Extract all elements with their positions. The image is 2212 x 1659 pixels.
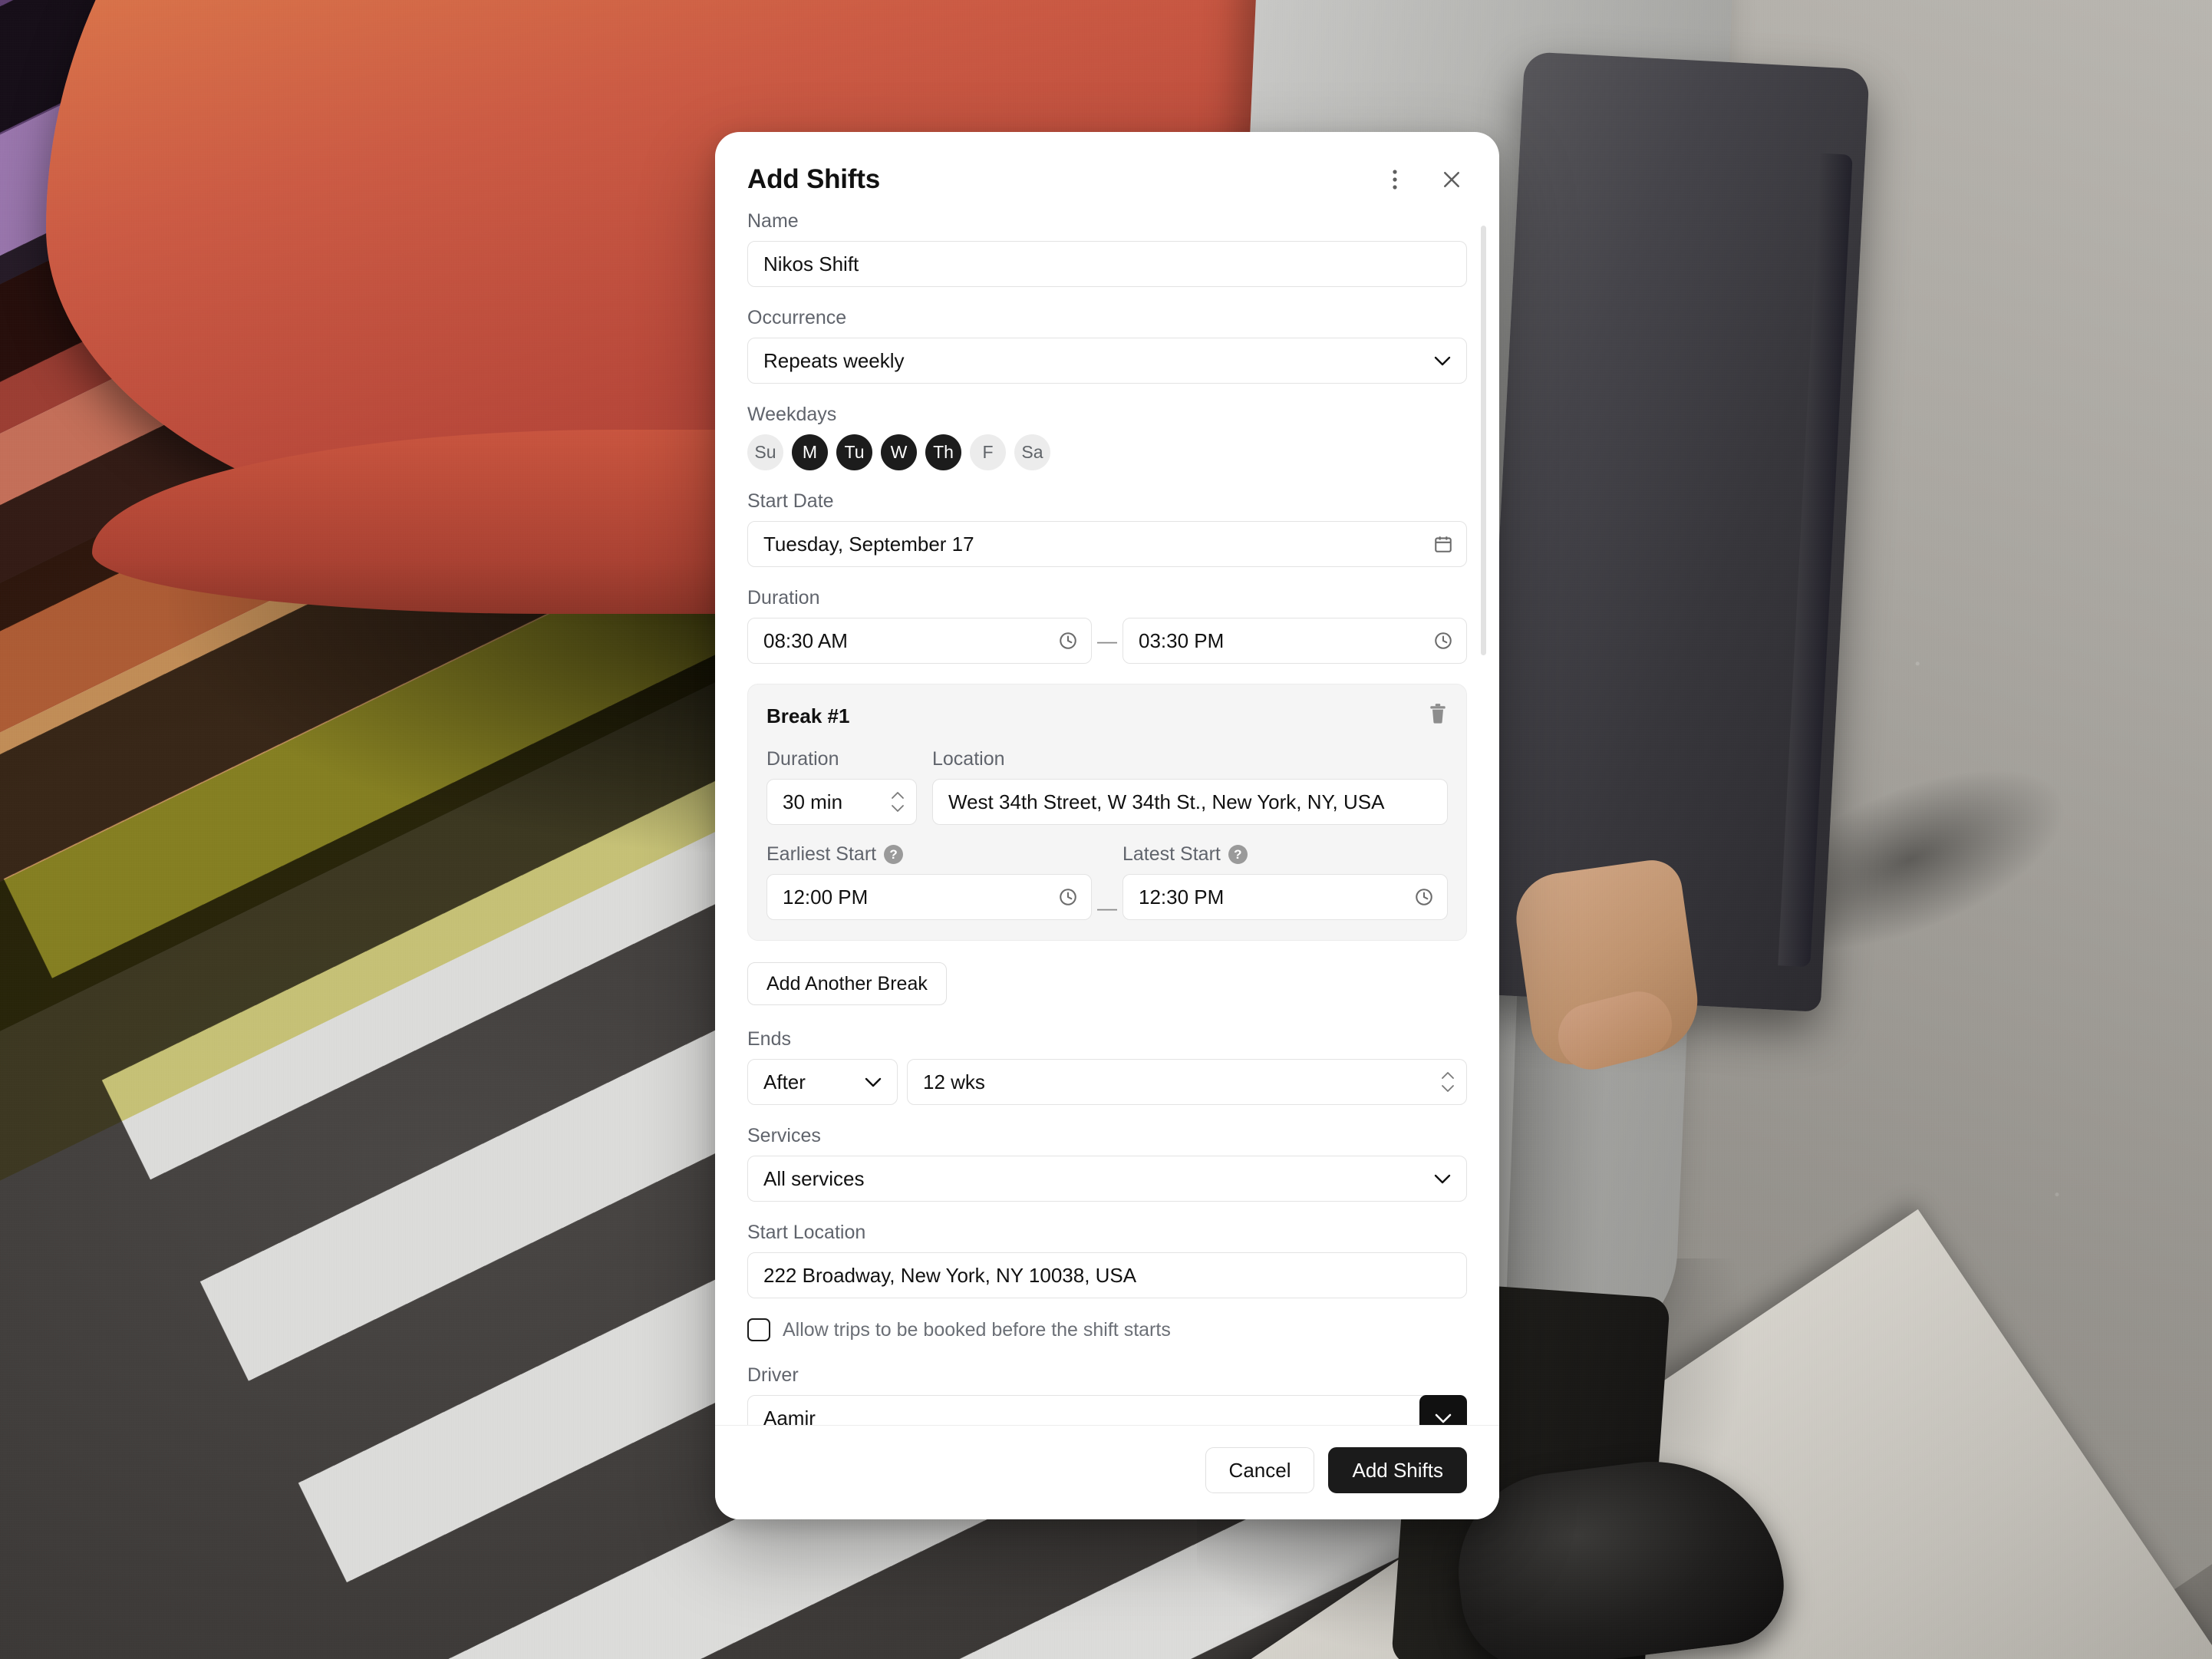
- start-date-field-group: Start Date Tuesday, September 17: [747, 490, 1467, 567]
- header-actions: [1380, 164, 1467, 195]
- break-header: Break #1: [766, 703, 1448, 730]
- name-input[interactable]: Nikos Shift: [747, 241, 1467, 287]
- driver-label: Driver: [747, 1364, 799, 1386]
- break-latest-label: Latest Start: [1122, 843, 1221, 865]
- break-earliest-label-row: Earliest Start ?: [766, 843, 1092, 866]
- break-duration-location-row: Duration 30 min Location West 34th Stree…: [766, 748, 1448, 825]
- occurrence-field-group: Occurrence Repeats weekly: [747, 307, 1467, 384]
- break-card: Break #1 Duration 30 min Location West 3…: [747, 684, 1467, 941]
- occurrence-select[interactable]: Repeats weekly: [747, 338, 1467, 384]
- weekdays-label: Weekdays: [747, 404, 837, 425]
- weekday-w[interactable]: W: [881, 434, 917, 470]
- break-location-input[interactable]: West 34th Street, W 34th St., New York, …: [932, 779, 1448, 825]
- weekday-f[interactable]: F: [970, 434, 1006, 470]
- duration-start-wrap: 08:30 AM: [747, 618, 1092, 664]
- ends-mode-value: After: [763, 1070, 806, 1093]
- break-earliest-label: Earliest Start: [766, 843, 877, 865]
- occurrence-label: Occurrence: [747, 307, 847, 328]
- duration-separator: —: [1097, 628, 1117, 652]
- break-location-group: Location West 34th Street, W 34th St., N…: [932, 748, 1448, 825]
- quantity-stepper[interactable]: [1441, 1071, 1455, 1093]
- ends-amount-wrap: 12 wks: [907, 1059, 1467, 1105]
- weekday-sa[interactable]: Sa: [1014, 434, 1050, 470]
- start-date-input[interactable]: Tuesday, September 17: [747, 521, 1467, 567]
- name-label: Name: [747, 210, 799, 232]
- driver-dropdown-button[interactable]: [1419, 1395, 1467, 1425]
- break-times-separator: —: [1097, 896, 1117, 919]
- ends-mode-wrap: After: [747, 1059, 898, 1105]
- services-value: All services: [763, 1166, 865, 1190]
- duration-start-input[interactable]: 08:30 AM: [747, 618, 1092, 664]
- driver-field-group: Driver Aamir: [747, 1364, 1467, 1425]
- close-icon[interactable]: [1436, 164, 1467, 195]
- break-latest-input[interactable]: 12:30 PM: [1122, 874, 1448, 920]
- add-another-break-button[interactable]: Add Another Break: [747, 962, 947, 1005]
- weekday-su[interactable]: Su: [747, 434, 783, 470]
- break-earliest-wrap: 12:00 PM: [766, 874, 1092, 920]
- duration-label: Duration: [747, 587, 820, 609]
- weekday-toggle-group: Su M Tu W Th F Sa: [747, 434, 1467, 470]
- duration-field-group: Duration 08:30 AM — 03:30 PM: [747, 587, 1467, 664]
- quantity-stepper[interactable]: [891, 791, 905, 813]
- services-label: Services: [747, 1125, 821, 1146]
- ends-mode-select[interactable]: After: [747, 1059, 898, 1105]
- break-duration-label: Duration: [766, 748, 839, 770]
- weekdays-field-group: Weekdays Su M Tu W Th F Sa: [747, 404, 1467, 470]
- scrollbar-thumb[interactable]: [1481, 226, 1486, 655]
- start-location-field-group: Start Location 222 Broadway, New York, N…: [747, 1222, 1467, 1298]
- duration-end-input[interactable]: 03:30 PM: [1122, 618, 1467, 664]
- dialog-body: Name Nikos Shift Occurrence Repeats week…: [715, 200, 1499, 1425]
- kebab-menu-icon[interactable]: [1380, 164, 1410, 195]
- ends-field-group: Ends After 12 wks: [747, 1028, 1467, 1105]
- break-latest-label-row: Latest Start ?: [1122, 843, 1448, 866]
- break-earliest-input[interactable]: 12:00 PM: [766, 874, 1092, 920]
- weekday-th[interactable]: Th: [925, 434, 961, 470]
- help-icon[interactable]: ?: [884, 845, 904, 864]
- allow-early-booking-checkbox[interactable]: [747, 1318, 770, 1341]
- ends-label: Ends: [747, 1028, 791, 1050]
- start-date-wrap: Tuesday, September 17: [747, 521, 1467, 567]
- page-title: Add Shifts: [747, 164, 880, 194]
- break-latest-wrap: 12:30 PM: [1122, 874, 1448, 920]
- services-field-group: Services All services: [747, 1125, 1467, 1202]
- break-latest-group: Latest Start ? 12:30 PM: [1122, 843, 1448, 920]
- weekday-tu[interactable]: Tu: [836, 434, 872, 470]
- ends-amount-input[interactable]: 12 wks: [907, 1059, 1467, 1105]
- name-field-group: Name Nikos Shift: [747, 210, 1467, 287]
- chevron-down-icon: [865, 1074, 882, 1090]
- services-select[interactable]: All services: [747, 1156, 1467, 1202]
- allow-early-booking-label: Allow trips to be booked before the shif…: [783, 1318, 1171, 1341]
- trash-icon[interactable]: [1428, 703, 1448, 730]
- driver-input[interactable]: Aamir: [747, 1395, 1467, 1425]
- chevron-down-icon: [1434, 352, 1451, 369]
- weekday-m[interactable]: M: [792, 434, 828, 470]
- duration-end-wrap: 03:30 PM: [1122, 618, 1467, 664]
- dialog-footer: Cancel Add Shifts: [715, 1425, 1499, 1519]
- dialog-header: Add Shifts: [715, 132, 1499, 200]
- break-duration-group: Duration 30 min: [766, 748, 917, 825]
- break-earliest-group: Earliest Start ? 12:00 PM: [766, 843, 1092, 920]
- cancel-button[interactable]: Cancel: [1205, 1447, 1315, 1493]
- break-duration-wrap: 30 min: [766, 779, 917, 825]
- start-location-input[interactable]: 222 Broadway, New York, NY 10038, USA: [747, 1252, 1467, 1298]
- help-icon[interactable]: ?: [1228, 845, 1248, 864]
- driver-wrap: Aamir: [747, 1395, 1467, 1425]
- add-shifts-button[interactable]: Add Shifts: [1328, 1447, 1467, 1493]
- add-shifts-dialog: Add Shifts Name Nikos Shift Occurrence R…: [715, 132, 1499, 1519]
- start-location-label: Start Location: [747, 1222, 866, 1243]
- occurrence-value: Repeats weekly: [763, 348, 905, 372]
- break-location-label: Location: [932, 748, 1005, 770]
- break-title: Break #1: [766, 704, 850, 727]
- allow-early-booking-row[interactable]: Allow trips to be booked before the shif…: [747, 1318, 1467, 1341]
- scrollbar-track[interactable]: [1481, 210, 1493, 1425]
- ends-row: After 12 wks: [747, 1059, 1467, 1105]
- start-date-label: Start Date: [747, 490, 834, 512]
- break-times-row: Earliest Start ? 12:00 PM — Latest Start…: [766, 843, 1448, 920]
- duration-row: 08:30 AM — 03:30 PM: [747, 618, 1467, 664]
- chevron-down-icon: [1434, 1170, 1451, 1187]
